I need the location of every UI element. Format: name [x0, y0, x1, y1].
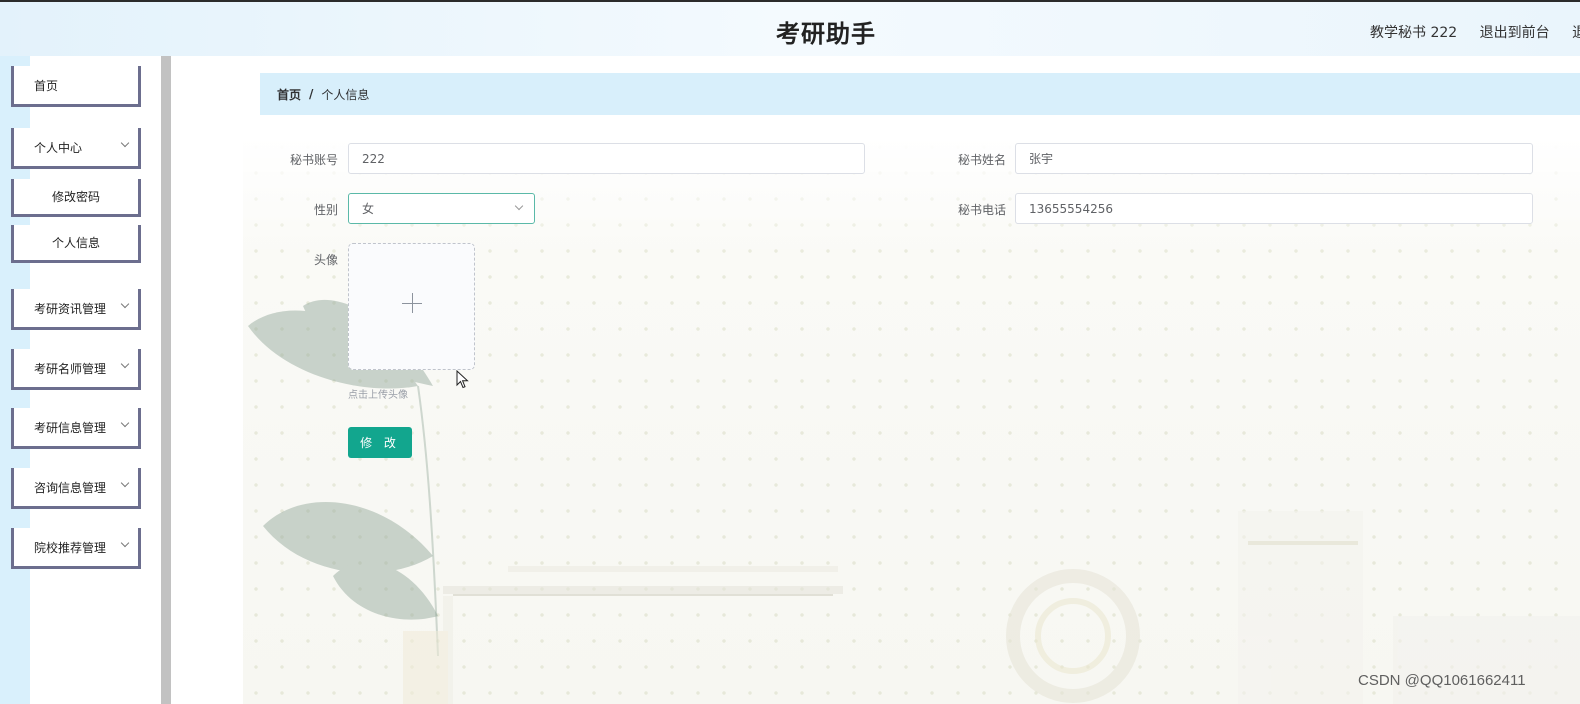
header-user-area: 教学秘书 222 退出到前台 退 [1370, 22, 1580, 42]
gender-label: 性别 [313, 203, 338, 217]
name-field[interactable]: 张宇 [1015, 143, 1533, 174]
top-header: 考研助手 教学秘书 222 退出到前台 退 [0, 0, 1580, 56]
upload-tip: 点击上传头像 [348, 390, 408, 401]
account-label: 秘书账号 [289, 153, 338, 167]
breadcrumb: 首页 / 个人信息 [260, 73, 1580, 115]
sidebar-scrollbar[interactable] [161, 56, 171, 704]
account-field[interactable]: 222 [348, 143, 865, 174]
logout-link[interactable]: 退 [1572, 25, 1580, 41]
phone-label: 秘书电话 [957, 203, 1006, 217]
name-field-value: 张宇 [1029, 152, 1054, 166]
sidebar-item-label: 个人中心 [34, 140, 83, 155]
sidebar-item-personal-info[interactable]: 个人信息 [11, 225, 141, 263]
name-label: 秘书姓名 [957, 153, 1006, 167]
breadcrumb-current: 个人信息 [321, 87, 370, 102]
phone-field[interactable]: 13655554256 [1015, 193, 1533, 224]
sidebar-item-teacher-management[interactable]: 考研名师管理 [11, 349, 141, 390]
watermark: CSDN @QQ1061662411 [1358, 672, 1526, 689]
sidebar-item-change-password[interactable]: 修改密码 [11, 179, 141, 217]
chevron-down-icon [514, 201, 524, 211]
breadcrumb-home-link[interactable]: 首页 [277, 86, 301, 103]
sidebar-item-school-recommend-management[interactable]: 院校推荐管理 [11, 528, 141, 569]
sidebar-item-news-management[interactable]: 考研资讯管理 [11, 289, 141, 330]
avatar-label: 头像 [313, 253, 338, 267]
sidebar-item-label: 个人信息 [51, 236, 100, 250]
phone-field-value: 13655554256 [1029, 201, 1113, 216]
exit-to-frontend-link[interactable]: 退出到前台 [1480, 25, 1550, 41]
breadcrumb-separator: / [309, 87, 314, 101]
sidebar-item-label: 院校推荐管理 [34, 540, 107, 555]
gender-select-value: 女 [362, 202, 375, 216]
sidebar-item-home[interactable]: 首页 [11, 66, 141, 107]
sidebar-item-info-management[interactable]: 考研信息管理 [11, 408, 141, 449]
app-title: 考研助手 [776, 20, 876, 48]
sidebar-item-personal-center[interactable]: 个人中心 [11, 128, 141, 169]
plus-icon-vertical [412, 293, 413, 313]
chevron-down-icon [120, 138, 130, 148]
sidebar-item-label: 修改密码 [51, 190, 100, 204]
chevron-down-icon [120, 299, 130, 309]
submit-button[interactable]: 修 改 [348, 427, 412, 458]
sidebar-item-consult-management[interactable]: 咨询信息管理 [11, 468, 141, 509]
sidebar-item-label: 咨询信息管理 [34, 480, 107, 495]
chevron-down-icon [120, 359, 130, 369]
sidebar-item-label: 考研信息管理 [34, 420, 107, 435]
chevron-down-icon [120, 478, 130, 488]
account-field-value: 222 [362, 151, 385, 166]
mouse-cursor-icon [456, 370, 469, 389]
chevron-down-icon [120, 418, 130, 428]
current-user-label: 教学秘书 222 [1370, 25, 1458, 41]
sidebar-item-label: 首页 [34, 78, 59, 93]
sidebar-item-label: 考研资讯管理 [34, 301, 107, 316]
gender-select[interactable]: 女 [348, 193, 535, 224]
sidebar-item-label: 考研名师管理 [34, 361, 107, 376]
avatar-uploader[interactable] [348, 243, 475, 370]
chevron-down-icon [120, 538, 130, 548]
